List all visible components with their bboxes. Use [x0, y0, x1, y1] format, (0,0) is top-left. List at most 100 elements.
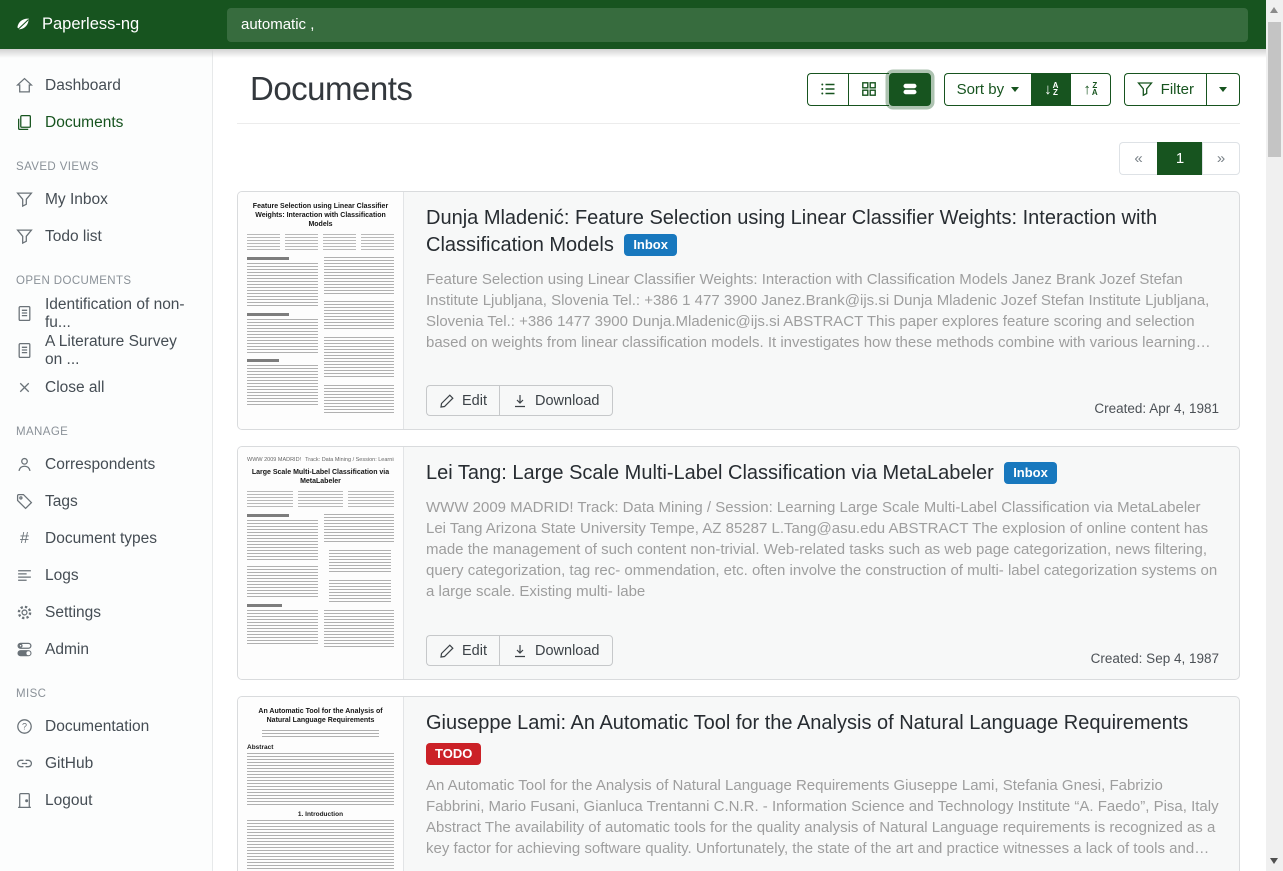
grid-view-icon — [861, 81, 877, 97]
tag-badge[interactable]: Inbox — [1004, 462, 1057, 484]
edit-button[interactable]: Edit — [426, 635, 499, 666]
download-button[interactable]: Download — [499, 385, 613, 416]
sidebar-section-open-documents: OPEN DOCUMENTS — [0, 275, 212, 287]
person-icon — [16, 456, 33, 473]
sidebar-item-document-types[interactable]: # Document types — [0, 520, 212, 557]
svg-text:?: ? — [22, 722, 27, 732]
documents-icon — [16, 114, 33, 131]
sidebar-item-label: A Literature Survey on ... — [45, 333, 196, 369]
sidebar: Dashboard Documents SAVED VIEWS My Inbox… — [0, 49, 213, 871]
sidebar-item-label: Dashboard — [45, 77, 121, 95]
document-card: WWW 2009 MADRID! Track: Data Mining / Se… — [237, 446, 1240, 680]
sidebar-item-label: Documents — [45, 114, 123, 132]
scroll-up-arrow-icon[interactable] — [1270, 7, 1278, 13]
sidebar-item-logout[interactable]: Logout — [0, 782, 212, 819]
pagination-next-button[interactable]: » — [1202, 142, 1240, 175]
sidebar-section-manage: MANAGE — [0, 426, 212, 438]
sidebar-item-label: Logout — [45, 792, 92, 810]
sidebar-item-logs[interactable]: Logs — [0, 557, 212, 594]
grid-view-button[interactable] — [848, 73, 889, 106]
edit-button[interactable]: Edit — [426, 385, 499, 416]
sidebar-item-documentation[interactable]: ? Documentation — [0, 708, 212, 745]
sidebar-item-close-all[interactable]: Close all — [0, 369, 212, 406]
list-view-icon — [820, 81, 836, 97]
divider — [237, 123, 1240, 124]
sidebar-section-saved-views: SAVED VIEWS — [0, 161, 212, 173]
document-title[interactable]: Giuseppe Lami: An Automatic Tool for the… — [426, 712, 1188, 734]
sidebar-item-my-inbox[interactable]: My Inbox — [0, 181, 212, 218]
sidebar-item-open-doc-1[interactable]: Identification of non-fu... — [0, 295, 212, 332]
hash-icon: # — [16, 530, 33, 548]
list-view-button[interactable] — [807, 73, 848, 106]
toggles-icon — [16, 641, 33, 658]
text-left-icon — [16, 567, 33, 584]
page-title: Documents — [250, 70, 412, 108]
question-circle-icon: ? — [16, 718, 33, 735]
sidebar-item-tags[interactable]: Tags — [0, 483, 212, 520]
sort-descending-button[interactable]: ↑ZA — [1070, 73, 1110, 106]
tag-icon — [16, 493, 33, 510]
filter-dropdown-button[interactable] — [1206, 73, 1240, 106]
scrollbar-thumb[interactable] — [1268, 22, 1281, 157]
pagination-prev-button[interactable]: « — [1119, 142, 1157, 175]
sidebar-item-github[interactable]: GitHub — [0, 745, 212, 782]
search-input[interactable] — [227, 8, 1248, 42]
document-excerpt: WWW 2009 MADRID! Track: Data Mining / Se… — [426, 497, 1219, 602]
tag-badge[interactable]: TODO — [426, 743, 481, 765]
edit-label: Edit — [462, 643, 487, 659]
detail-view-button[interactable] — [889, 73, 931, 106]
created-date: Created: Apr 4, 1981 — [1094, 401, 1219, 416]
filter-label: Filter — [1161, 81, 1194, 98]
sort-by-dropdown[interactable]: Sort by — [944, 73, 1032, 106]
thumbnail-title: Feature Selection using Linear Classifie… — [247, 202, 394, 229]
sidebar-item-admin[interactable]: Admin — [0, 631, 212, 668]
sidebar-item-label: Settings — [45, 604, 101, 622]
download-icon — [512, 393, 528, 409]
sidebar-item-documents[interactable]: Documents — [0, 104, 212, 141]
sidebar-item-open-doc-2[interactable]: A Literature Survey on ... — [0, 332, 212, 369]
pagination-page-1[interactable]: 1 — [1157, 142, 1202, 175]
thumbnail-title: An Automatic Tool for the Analysis of Na… — [247, 707, 394, 725]
thumbnail-abstract-label: Abstract — [247, 744, 394, 751]
home-icon — [16, 77, 33, 94]
main-content: Documents Sort — [213, 49, 1266, 871]
document-thumbnail[interactable]: WWW 2009 MADRID! Track: Data Mining / Se… — [238, 447, 404, 679]
sidebar-item-settings[interactable]: Settings — [0, 594, 212, 631]
document-title[interactable]: Lei Tang: Large Scale Multi-Label Classi… — [426, 462, 994, 484]
document-title[interactable]: Dunja Mladenić: Feature Selection using … — [426, 207, 1157, 256]
sidebar-item-label: Correspondents — [45, 456, 155, 474]
download-label: Download — [535, 643, 600, 659]
sidebar-item-correspondents[interactable]: Correspondents — [0, 446, 212, 483]
toolbar: Sort by ↓AZ ↑ZA Filter — [807, 73, 1240, 106]
funnel-icon — [1137, 81, 1153, 97]
thumbnail-text-lines — [247, 257, 394, 419]
sidebar-item-label: Identification of non-fu... — [45, 296, 196, 332]
sidebar-item-label: Tags — [45, 493, 78, 511]
sort-group: Sort by ↓AZ ↑ZA — [944, 73, 1111, 106]
edit-label: Edit — [462, 393, 487, 409]
thumbnail-section-label: 1. Introduction — [247, 811, 394, 818]
vertical-scrollbar[interactable] — [1266, 0, 1283, 871]
file-text-icon — [16, 342, 33, 359]
scroll-down-arrow-icon[interactable] — [1270, 858, 1278, 864]
brand[interactable]: Paperless-ng — [0, 15, 213, 34]
sidebar-item-todo-list[interactable]: Todo list — [0, 218, 212, 255]
sort-ascending-button[interactable]: ↓AZ — [1031, 73, 1070, 106]
sidebar-item-label: Admin — [45, 641, 89, 659]
tag-badge[interactable]: Inbox — [624, 234, 677, 256]
document-card-body: Giuseppe Lami: An Automatic Tool for the… — [404, 697, 1239, 871]
document-actions: Edit Download — [426, 385, 613, 416]
thumbnail-title: Large Scale Multi-Label Classification v… — [247, 468, 394, 486]
file-text-icon — [16, 305, 33, 322]
document-thumbnail[interactable]: An Automatic Tool for the Analysis of Na… — [238, 697, 404, 871]
document-excerpt: Feature Selection using Linear Classifie… — [426, 269, 1219, 353]
funnel-icon — [16, 228, 33, 245]
filter-button[interactable]: Filter — [1124, 73, 1206, 106]
thumbnail-text-lines — [247, 753, 394, 805]
sidebar-item-dashboard[interactable]: Dashboard — [0, 67, 212, 104]
document-thumbnail[interactable]: Feature Selection using Linear Classifie… — [238, 192, 404, 429]
download-button[interactable]: Download — [499, 635, 613, 666]
thumbnail-text-lines — [247, 514, 394, 654]
sort-up-za-icon: ↑ZA — [1083, 82, 1097, 97]
document-card: Feature Selection using Linear Classifie… — [237, 191, 1240, 430]
